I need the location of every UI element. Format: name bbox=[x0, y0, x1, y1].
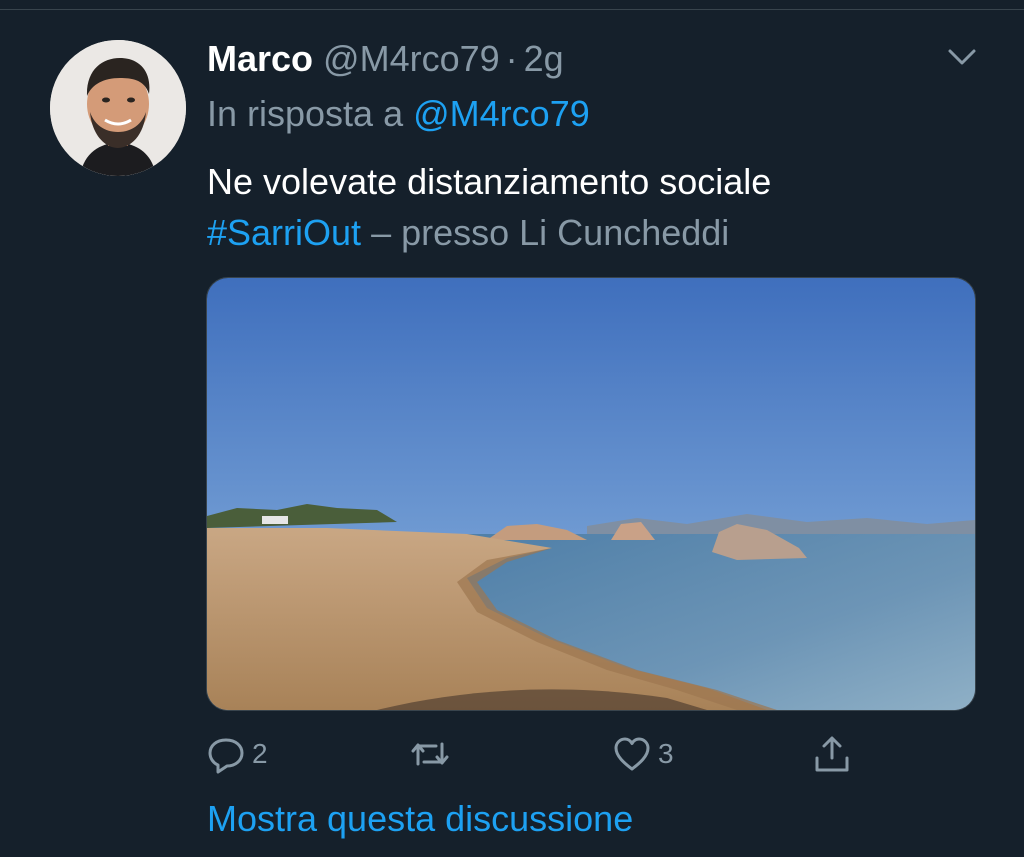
hashtag-link[interactable]: #SarriOut bbox=[207, 212, 361, 253]
more-options-button[interactable] bbox=[944, 42, 980, 72]
reply-count: 2 bbox=[252, 738, 268, 769]
like-button[interactable]: 3 bbox=[612, 730, 674, 778]
share-icon bbox=[815, 736, 849, 772]
share-button[interactable] bbox=[812, 730, 852, 778]
chevron-down-icon bbox=[948, 49, 976, 65]
tweet-timestamp[interactable]: 2g bbox=[524, 38, 564, 80]
heart-icon bbox=[614, 737, 650, 771]
reply-button[interactable]: 2 bbox=[206, 730, 268, 778]
retweet-button[interactable] bbox=[410, 730, 450, 778]
like-count: 3 bbox=[658, 738, 674, 769]
tweet-actions: 2 3 bbox=[206, 730, 986, 778]
reply-prefix: In risposta a bbox=[207, 93, 404, 134]
reply-mention-link[interactable]: @M4rco79 bbox=[413, 93, 590, 134]
retweet-icon bbox=[411, 742, 449, 766]
avatar-image bbox=[50, 40, 186, 176]
tweet-photo[interactable] bbox=[206, 277, 976, 711]
author-name[interactable]: Marco bbox=[207, 38, 313, 80]
beach-photo bbox=[207, 278, 975, 710]
show-thread-link[interactable]: Mostra questa discussione bbox=[207, 798, 633, 840]
reply-icon bbox=[208, 738, 244, 774]
avatar[interactable] bbox=[50, 40, 186, 176]
tweet-text: Ne volevate distanziamento sociale #Sarr… bbox=[207, 156, 987, 258]
reply-context: In risposta a @M4rco79 bbox=[207, 93, 590, 135]
author-handle[interactable]: @M4rco79 bbox=[323, 38, 500, 80]
place-tag[interactable]: – presso Li Cuncheddi bbox=[371, 212, 729, 253]
top-divider bbox=[0, 9, 1024, 10]
tweet-body-text: Ne volevate distanziamento sociale bbox=[207, 161, 772, 202]
tweet-header: Marco @M4rco79 · 2g bbox=[207, 38, 564, 82]
header-separator: · bbox=[505, 38, 518, 79]
